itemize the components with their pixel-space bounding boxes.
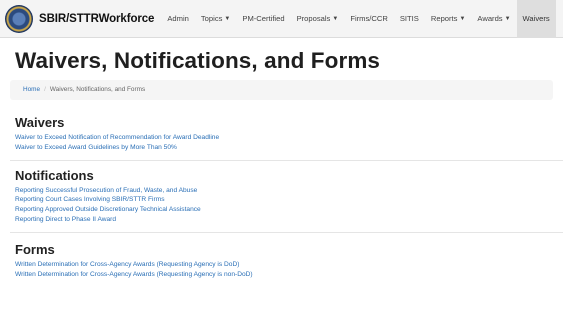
link-report-court-cases[interactable]: Reporting Court Cases Involving SBIR/STT… — [15, 195, 563, 205]
top-navbar: SBIR/STTRWorkforce Admin Topics ▼ PM-Cert… — [0, 0, 563, 38]
nav-label-firms-ccr: Firms/CCR — [350, 13, 388, 23]
nav-item-pm-certified[interactable]: PM-Certified — [236, 0, 290, 38]
caret-down-icon: ▼ — [332, 15, 339, 22]
caret-down-icon: ▼ — [504, 15, 511, 22]
section-heading-waivers: Waivers — [15, 115, 65, 130]
section-heading-notifications: Notifications — [15, 167, 94, 183]
nav-item-sitis[interactable]: SITIS — [394, 0, 425, 38]
breadcrumb: Home / Waivers, Notifications, and Forms — [10, 80, 553, 100]
caret-down-icon: ▼ — [224, 15, 231, 22]
brand-name[interactable]: SBIR/STTRWorkforce — [39, 13, 154, 25]
nav-label-topics: Topics — [200, 13, 223, 23]
notifications-section: Notifications Reporting Successful Prose… — [15, 168, 563, 225]
section-heading-forms: Forms — [15, 241, 55, 257]
nav-label-proposals: Proposals — [296, 13, 331, 23]
dod-seal-logo[interactable] — [5, 4, 33, 33]
nav-label-reports: Reports — [430, 13, 458, 23]
link-cross-agency-non-dod[interactable]: Written Determination for Cross-Agency A… — [15, 270, 563, 280]
nav-item-proposals[interactable]: Proposals ▼ — [291, 0, 345, 38]
nav-label-sitis: SITIS — [399, 13, 419, 23]
caret-down-icon: ▼ — [459, 15, 466, 22]
nav-item-waivers[interactable]: Waivers — [516, 0, 556, 38]
nav-item-topics[interactable]: Topics ▼ — [195, 0, 236, 38]
breadcrumb-current: Waivers, Notifications, and Forms — [49, 86, 146, 93]
link-report-technical-assistance[interactable]: Reporting Approved Outside Discretionary… — [15, 205, 563, 215]
nav-label-awards: Awards — [477, 13, 503, 23]
link-waiver-award-guidelines[interactable]: Waiver to Exceed Award Guidelines by Mor… — [15, 143, 563, 153]
waivers-section: Waivers Waiver to Exceed Notification of… — [15, 115, 563, 153]
link-report-direct-phase-ii[interactable]: Reporting Direct to Phase II Award — [15, 215, 563, 225]
section-divider — [10, 231, 563, 233]
breadcrumb-separator: / — [44, 86, 46, 93]
nav-item-admin[interactable]: Admin — [161, 0, 195, 38]
link-cross-agency-dod[interactable]: Written Determination for Cross-Agency A… — [15, 260, 563, 270]
nav-item-reports[interactable]: Reports ▼ — [425, 0, 472, 38]
link-waiver-notification-deadline[interactable]: Waiver to Exceed Notification of Recomme… — [15, 133, 563, 143]
breadcrumb-home-link[interactable]: Home — [23, 86, 40, 93]
nav-label-pm-certified: PM-Certified — [242, 13, 285, 23]
nav-item-firms-ccr[interactable]: Firms/CCR — [344, 0, 394, 38]
section-divider — [10, 159, 563, 161]
nav-label-waivers: Waivers — [522, 13, 550, 23]
page-title: Waivers, Notifications, and Forms — [15, 48, 381, 73]
nav-item-awards[interactable]: Awards ▼ — [471, 0, 516, 38]
link-report-fraud-prosecution[interactable]: Reporting Successful Prosecution of Frau… — [15, 186, 563, 196]
nav-label-admin: Admin — [167, 13, 189, 23]
forms-section: Forms Written Determination for Cross-Ag… — [15, 242, 563, 280]
